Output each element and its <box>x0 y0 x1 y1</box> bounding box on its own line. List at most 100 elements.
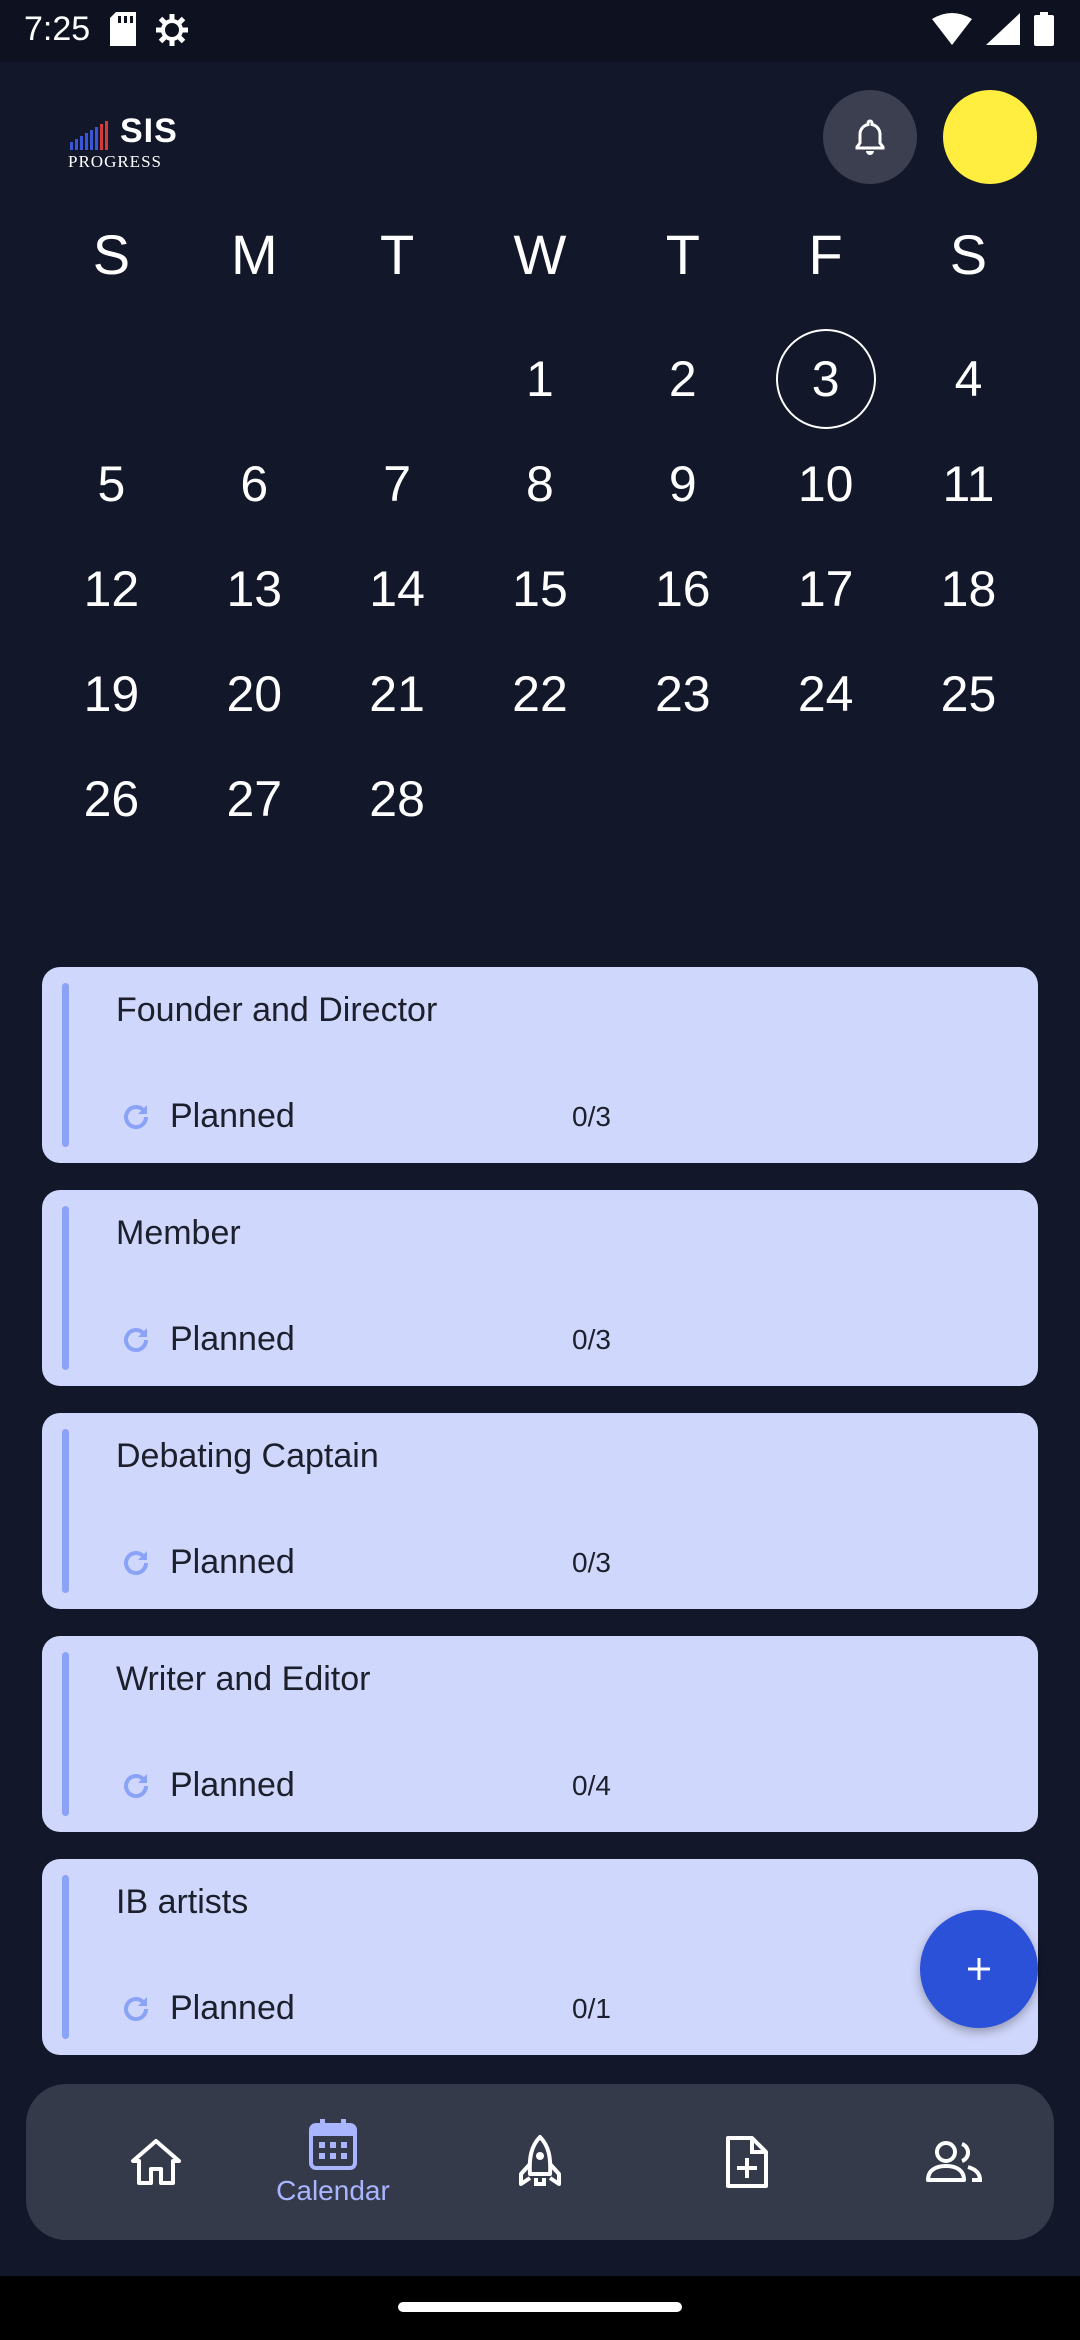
calendar-day[interactable]: 22 <box>469 641 612 746</box>
notifications-button[interactable] <box>823 90 917 184</box>
add-document-icon <box>726 2136 768 2188</box>
calendar-day[interactable]: 18 <box>897 536 1040 641</box>
calendar-day-label: 19 <box>83 665 140 722</box>
weekday-header: S M T W T F S <box>40 222 1040 287</box>
activity-status: Planned <box>170 1766 295 1804</box>
nav-home[interactable] <box>86 2084 226 2240</box>
activity-progress-count: 0/3 <box>572 1547 611 1578</box>
calendar-day[interactable]: 21 <box>326 641 469 746</box>
calendar-day[interactable]: 12 <box>40 536 183 641</box>
calendar-day-label: 8 <box>526 455 554 512</box>
weekday-label: T <box>665 223 700 286</box>
calendar-day[interactable]: 17 <box>754 536 897 641</box>
nav-calendar-label: Calendar <box>276 2175 390 2206</box>
calendar-day-empty <box>183 326 326 431</box>
activity-title: IB artists <box>116 1883 249 1921</box>
calendar-grid: 1 2 3 4 5 6 7 8 9 10 11 12 13 14 15 16 1… <box>40 326 1040 851</box>
gesture-bar <box>0 2276 1080 2340</box>
calendar-day-label: 22 <box>512 665 568 722</box>
activity-card[interactable]: IB artists Planned 0/1 <box>42 1859 1038 2055</box>
weekday-label: W <box>513 223 567 286</box>
activity-list: Founder and Director Planned 0/3 Member … <box>42 967 1038 2082</box>
calendar-day-label: 26 <box>83 770 140 827</box>
calendar-day-label: 6 <box>240 455 269 512</box>
calendar-day[interactable]: 4 <box>897 326 1040 431</box>
home-gesture-handle[interactable] <box>398 2302 682 2312</box>
calendar-day[interactable]: 24 <box>754 641 897 746</box>
add-activity-button[interactable] <box>920 1910 1038 2028</box>
logo-bars-icon <box>70 121 108 150</box>
activity-status: Planned <box>170 1320 295 1358</box>
activity-progress-count: 0/1 <box>572 1993 611 2024</box>
nav-people[interactable] <box>884 2084 1024 2240</box>
calendar-day[interactable]: 2 <box>611 326 754 431</box>
settings-gear-icon <box>156 14 188 46</box>
calendar-day-label: 16 <box>654 560 711 617</box>
activity-title: Writer and Editor <box>116 1660 371 1698</box>
calendar-day[interactable]: 16 <box>611 536 754 641</box>
refresh-icon <box>124 1328 149 1353</box>
calendar-day[interactable]: 14 <box>326 536 469 641</box>
activity-status: Planned <box>170 1989 295 2027</box>
calendar-day[interactable]: 26 <box>40 746 183 851</box>
calendar-week: 19 20 21 22 23 24 25 <box>40 641 1040 746</box>
signal-icon <box>986 13 1020 45</box>
card-accent-bar <box>62 1652 69 1816</box>
card-accent-bar <box>62 1206 69 1370</box>
calendar-day-label: 15 <box>512 560 568 617</box>
battery-icon <box>1034 12 1054 46</box>
calendar-day-label: 17 <box>797 560 854 617</box>
status-bar: 7:25 <box>0 0 1080 62</box>
activity-status: Planned <box>170 1543 295 1581</box>
calendar-day-label: 14 <box>369 560 425 617</box>
app-logo: SIS PROGRESS <box>68 112 188 172</box>
calendar-day-label: 20 <box>226 665 283 722</box>
calendar-day[interactable]: 15 <box>469 536 612 641</box>
calendar-day[interactable]: 25 <box>897 641 1040 746</box>
calendar-week: 26 27 28 <box>40 746 1040 851</box>
calendar-day-label: 7 <box>383 455 412 512</box>
calendar-day[interactable]: 1 <box>469 326 612 431</box>
calendar-day[interactable]: 28 <box>326 746 469 851</box>
calendar-day-label: 12 <box>83 560 140 617</box>
calendar-day-label: 4 <box>954 350 983 407</box>
bottom-navigation: Calendar <box>26 2084 1054 2240</box>
calendar-day[interactable]: 5 <box>40 431 183 536</box>
activity-card[interactable]: Writer and Editor Planned 0/4 <box>42 1636 1038 1832</box>
calendar-day[interactable]: 6 <box>183 431 326 536</box>
activity-status: Planned <box>170 1097 295 1135</box>
calendar-day[interactable]: 8 <box>469 431 612 536</box>
calendar-day[interactable]: 20 <box>183 641 326 746</box>
calendar-day-label: 10 <box>797 455 854 512</box>
calendar-day[interactable]: 19 <box>40 641 183 746</box>
calendar-day-empty <box>40 326 183 431</box>
refresh-icon <box>124 1551 149 1576</box>
calendar-day-selected[interactable]: 3 <box>754 326 897 431</box>
weekday-label: S <box>949 223 988 286</box>
logo-subtext: PROGRESS <box>68 152 162 171</box>
nav-calendar[interactable]: Calendar <box>263 2084 403 2240</box>
activity-card[interactable]: Member Planned 0/3 <box>42 1190 1038 1386</box>
calendar-day[interactable]: 10 <box>754 431 897 536</box>
people-icon <box>926 2141 983 2182</box>
calendar-day[interactable]: 23 <box>611 641 754 746</box>
nav-add-document[interactable] <box>677 2084 817 2240</box>
calendar-week: 5 6 7 8 9 10 11 <box>40 431 1040 536</box>
nav-explore[interactable] <box>470 2084 610 2240</box>
weekday-label: F <box>808 223 843 286</box>
logo-text: SIS <box>120 112 178 150</box>
calendar-day[interactable]: 13 <box>183 536 326 641</box>
sd-card-icon <box>110 12 136 46</box>
calendar-day[interactable]: 11 <box>897 431 1040 536</box>
activity-card[interactable]: Debating Captain Planned 0/3 <box>42 1413 1038 1609</box>
calendar-day-empty <box>897 746 1040 851</box>
activity-card[interactable]: Founder and Director Planned 0/3 <box>42 967 1038 1163</box>
calendar-day[interactable]: 7 <box>326 431 469 536</box>
calendar-day-empty <box>754 746 897 851</box>
refresh-icon <box>124 1105 149 1130</box>
calendar-day-empty <box>326 326 469 431</box>
weekday-label: T <box>380 223 415 286</box>
calendar-day[interactable]: 27 <box>183 746 326 851</box>
profile-avatar[interactable] <box>943 90 1037 184</box>
calendar-day[interactable]: 9 <box>611 431 754 536</box>
